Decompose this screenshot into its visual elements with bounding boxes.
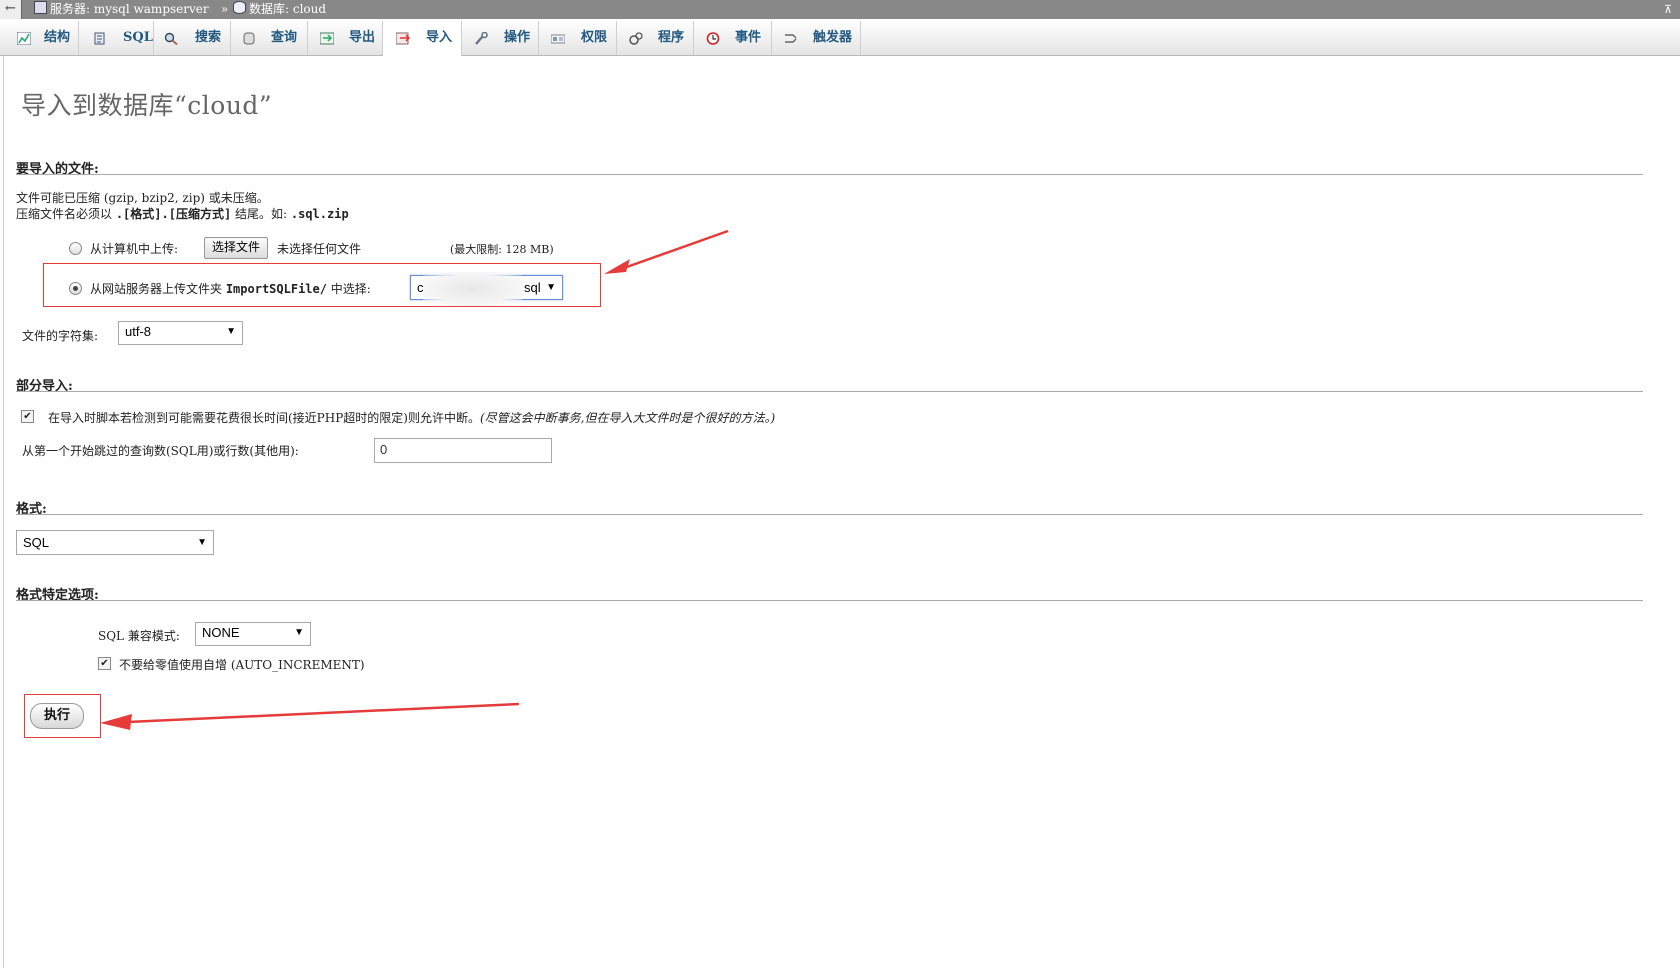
no-auto-value-label: 不要给零值使用自增 (AUTO_INCREMENT) (119, 658, 365, 672)
database-label[interactable]: 数据库: cloud (249, 2, 326, 16)
tab-operations[interactable]: 操作 (462, 21, 539, 55)
no-file-text: 未选择任何文件 (277, 242, 362, 256)
server-label[interactable]: 服务器: mysql wampserver (50, 2, 209, 16)
chevron-down-icon: ▼ (546, 282, 556, 293)
sql-compat-value: NONE (202, 625, 240, 640)
chevron-down-icon: ▼ (197, 537, 207, 548)
back-arrow-icon[interactable]: ← (0, 0, 22, 19)
upload-server-label: 从网站服务器上传文件夹 ImportSQLFile/ 中选择: (90, 280, 371, 297)
tab-triggers[interactable]: 触发器 (772, 21, 861, 55)
tab-search[interactable]: 搜索 (154, 21, 231, 55)
search-icon (164, 32, 178, 45)
tab-query-label: 查询 (271, 30, 298, 45)
server-file-suffix: sql (524, 280, 541, 295)
tab-privileges[interactable]: 权限 (539, 21, 617, 55)
annotation-arrow-bottom (100, 702, 520, 730)
skip-queries-label: 从第一个开始跳过的查询数(SQL用)或行数(其他用): (22, 444, 299, 458)
charset-value: utf-8 (125, 324, 152, 339)
format-select[interactable]: SQL ▼ (16, 530, 214, 555)
chevron-down-icon: ▼ (294, 627, 304, 638)
import-icon (396, 32, 410, 45)
compression-note: 文件可能已压缩 (gzip, bzip2, zip) 或未压缩。 (16, 191, 269, 205)
sql-icon (94, 32, 105, 45)
allow-interrupt-label: 在导入时脚本若检测到可能需要花费很长时间(接近PHP超时的限定)则允许中断。 (48, 411, 480, 425)
privileges-icon (551, 34, 565, 44)
tab-events[interactable]: 事件 (694, 21, 772, 55)
allow-interrupt-checkbox[interactable]: ✔ (21, 410, 34, 423)
database-icon (233, 1, 246, 14)
breadcrumb-bar: ← 服务器: mysql wampserver » 数据库: cloud ⊼ (0, 0, 1680, 19)
tab-sql[interactable]: SQL (79, 21, 154, 55)
breadcrumb-separator: » (221, 2, 229, 16)
triggers-icon (785, 34, 797, 43)
tab-query[interactable]: 查询 (231, 21, 308, 55)
tab-operations-label: 操作 (504, 30, 531, 45)
filename-note-format: .[格式].[压缩方式] (115, 207, 232, 221)
annotation-arrow-top (604, 229, 729, 274)
events-icon (706, 32, 720, 45)
tab-events-label: 事件 (735, 30, 762, 45)
partial-section-divider (16, 391, 1643, 392)
query-icon (243, 32, 255, 45)
tab-import[interactable]: 导入 (383, 21, 462, 56)
allow-interrupt-hint: (尽管这会中断事务,但在导入大文件时是个很好的方法。) (479, 411, 776, 425)
filename-note-example: .sql.zip (290, 207, 349, 221)
upload-local-radio[interactable] (69, 242, 82, 255)
server-icon (34, 1, 47, 14)
breadcrumb-server[interactable]: 服务器: mysql wampserver (34, 0, 209, 19)
sql-compat-label: SQL 兼容模式: (98, 629, 180, 643)
filename-note-prefix: 压缩文件名必须以 (16, 207, 116, 221)
structure-icon (17, 32, 31, 45)
tab-bar: 结构 SQL 搜索 查询 导出 导入 操作 权限 程序 事件 触发器 (0, 20, 1680, 56)
filename-note-mid: 结尾。如: (231, 207, 291, 221)
tab-import-label: 导入 (426, 30, 453, 45)
tab-structure-label: 结构 (44, 30, 71, 45)
max-upload-limit: (最大限制: 128 MB) (450, 243, 554, 256)
breadcrumb-database[interactable]: 数据库: cloud (233, 0, 326, 19)
page-title: 导入到数据库“cloud” (21, 91, 273, 120)
filename-note: 压缩文件名必须以 .[格式].[压缩方式] 结尾。如: .sql.zip (16, 205, 349, 222)
chevron-down-icon: ▼ (226, 326, 236, 337)
upload-server-suffix: 中选择: (326, 282, 371, 296)
choose-file-button[interactable]: 选择文件 (204, 237, 269, 259)
charset-select[interactable]: utf-8 ▼ (118, 321, 243, 345)
routines-icon (629, 32, 643, 45)
tab-routines[interactable]: 程序 (617, 21, 694, 55)
format-value: SQL (23, 535, 50, 550)
no-auto-value-checkbox[interactable]: ✔ (98, 657, 111, 670)
left-border (3, 56, 4, 968)
upload-server-folder: ImportSQLFile/ (225, 282, 327, 296)
upload-server-radio[interactable] (69, 282, 82, 295)
upload-local-label: 从计算机中上传: (90, 242, 179, 256)
sql-compat-select[interactable]: NONE ▼ (195, 622, 311, 646)
allow-interrupt-text: 在导入时脚本若检测到可能需要花费很长时间(接近PHP超时的限定)则允许中断。(尽… (48, 409, 775, 426)
upload-server-prefix: 从网站服务器上传文件夹 (90, 282, 226, 296)
charset-label: 文件的字符集: (22, 329, 99, 343)
tab-triggers-label: 触发器 (813, 30, 853, 45)
file-section-divider (16, 174, 1643, 175)
wrench-icon (475, 32, 488, 45)
tab-export-label: 导出 (349, 30, 376, 45)
redacted-filename (423, 272, 522, 306)
tab-structure[interactable]: 结构 (6, 21, 79, 55)
format-section-divider (16, 514, 1643, 515)
export-icon (320, 32, 334, 45)
go-button[interactable]: 执行 (30, 703, 84, 729)
collapse-icon[interactable]: ⊼ (1664, 0, 1672, 19)
tab-routines-label: 程序 (658, 30, 685, 45)
tab-privileges-label: 权限 (581, 30, 608, 45)
skip-queries-input[interactable]: 0 (374, 438, 552, 463)
tab-sql-label: SQL (123, 30, 153, 45)
format-options-divider (16, 600, 1643, 601)
tab-search-label: 搜索 (195, 30, 222, 45)
tab-export[interactable]: 导出 (308, 21, 383, 55)
